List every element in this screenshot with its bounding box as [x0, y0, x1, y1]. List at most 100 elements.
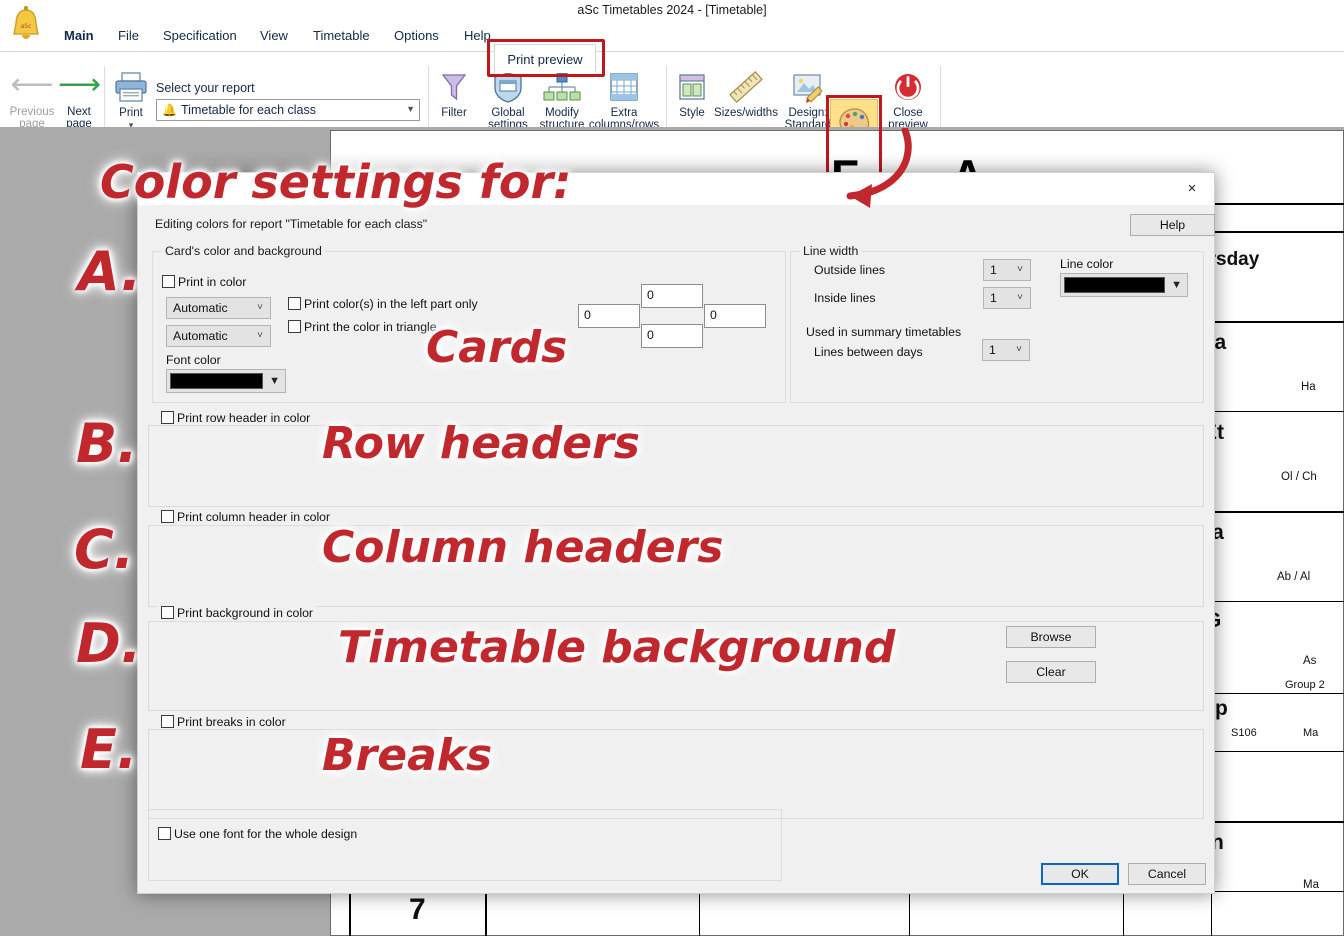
clear-button[interactable]: Clear [1006, 661, 1096, 683]
checkbox-box [288, 297, 301, 310]
cards-group-title: Card's color and background [162, 244, 325, 258]
inside-lines-select[interactable]: 1 ˅ [983, 287, 1031, 309]
preview-card-teacher: Ha [1301, 381, 1316, 393]
margin-bottom-input[interactable]: 0 [641, 324, 703, 348]
print-button[interactable]: Print ▾ [110, 70, 152, 131]
chevron-down-icon: ˅ [257, 330, 263, 341]
modify-structure-button[interactable]: Modify structure [534, 70, 590, 131]
sizes-widths-label: Sizes/widths [714, 107, 778, 119]
extra-label-1: Extra [610, 107, 638, 119]
select-report-label: Select your report [156, 81, 255, 95]
print-left-part-checkbox[interactable]: Print color(s) in the left part only [288, 297, 478, 311]
printer-icon [115, 72, 147, 102]
row-header-group [148, 425, 1204, 507]
style-button[interactable]: Style [672, 70, 712, 119]
sizes-widths-button[interactable]: Sizes/widths [710, 70, 782, 119]
print-column-header-checkbox[interactable]: Print column header in color [158, 510, 334, 524]
ok-button[interactable]: OK [1041, 863, 1119, 885]
checkbox-box [288, 320, 301, 333]
print-left-part-label: Print color(s) in the left part only [304, 297, 478, 311]
inside-lines-label: Inside lines [814, 291, 876, 305]
tab-print-preview-label: Print preview [507, 52, 583, 67]
next-page-button[interactable]: ⟶ Next page [58, 70, 101, 131]
menu-item-main[interactable]: Main [56, 26, 102, 46]
chevron-down-icon: ▼ [269, 375, 280, 387]
color-settings-dialog: × Editing colors for report "Timetable f… [137, 172, 1215, 894]
checkbox-box [161, 510, 174, 523]
margin-top-input[interactable]: 0 [641, 284, 703, 308]
chevron-down-icon[interactable]: ▼ [406, 104, 415, 114]
global-settings-label-1: Global [491, 107, 525, 119]
outside-lines-select[interactable]: 1 ˅ [983, 259, 1031, 281]
use-one-font-label: Use one font for the whole design [174, 827, 358, 841]
report-bell-icon: 🔔 [162, 103, 177, 117]
extra-columns-rows-button[interactable]: Extra columns/rows [588, 70, 660, 131]
shield-icon [494, 72, 522, 103]
cancel-button[interactable]: Cancel [1128, 863, 1206, 885]
close-preview-label-1: Close [893, 107, 923, 119]
funnel-icon [441, 74, 467, 101]
tab-print-preview[interactable]: Print preview [494, 44, 596, 73]
checkbox-box [161, 715, 174, 728]
dialog-subtitle: Editing colors for report "Timetable for… [155, 217, 428, 231]
menu-item-timetable[interactable]: Timetable [305, 26, 378, 46]
report-select[interactable]: 🔔 Timetable for each class ▼ [156, 99, 420, 121]
line-color-picker[interactable]: ▼ [1060, 273, 1188, 297]
hierarchy-icon [543, 72, 581, 101]
filter-button[interactable]: Filter [434, 70, 474, 119]
print-breaks-checkbox[interactable]: Print breaks in color [158, 715, 289, 729]
design-label-1: Design: [788, 107, 828, 119]
ribbon-separator-2 [428, 66, 429, 134]
help-button[interactable]: Help [1130, 214, 1215, 236]
close-preview-button[interactable]: Close preview [884, 70, 932, 131]
menu-item-specification[interactable]: Specification [155, 26, 245, 46]
ribbon-separator-4 [940, 66, 941, 134]
menu-item-help[interactable]: Help [456, 26, 499, 46]
margin-right-input[interactable]: 0 [704, 304, 766, 328]
line-width-group-title: Line width [800, 244, 862, 258]
lines-between-days-value: 1 [989, 343, 996, 357]
card-color-select-1[interactable]: Automatic ˅ [166, 297, 271, 319]
preview-card-room: S106 [1231, 727, 1257, 739]
preview-card-teacher: Ab / Al [1277, 571, 1311, 583]
previous-page-button[interactable]: ⟵ Previous page [6, 70, 58, 131]
global-settings-button[interactable]: Global settings [482, 70, 534, 131]
use-one-font-checkbox[interactable]: Use one font for the whole design [158, 827, 357, 841]
inside-lines-value: 1 [990, 291, 997, 305]
menu-item-options[interactable]: Options [386, 26, 447, 46]
card-color-select-1-value: Automatic [173, 301, 228, 315]
svg-text:aSc: aSc [21, 23, 32, 30]
ribbon: aSc Main File Specification View Timetab… [0, 6, 1344, 177]
preview-card-teacher: Ma [1303, 727, 1319, 739]
margin-left-input[interactable]: 0 [578, 304, 640, 328]
chevron-down-icon: ˅ [257, 302, 263, 313]
design-button[interactable]: Design: Standard [782, 70, 834, 131]
style-label: Style [679, 107, 705, 119]
checkbox-box [161, 606, 174, 619]
chevron-down-icon: ˅ [1017, 292, 1023, 303]
print-row-header-checkbox[interactable]: Print row header in color [158, 411, 314, 425]
card-color-select-2-value: Automatic [173, 329, 228, 343]
summary-timetables-note: Used in summary timetables [806, 325, 962, 339]
menu-item-view[interactable]: View [252, 26, 296, 46]
filter-label: Filter [441, 107, 467, 119]
print-in-color-checkbox[interactable]: Print in color [162, 275, 246, 289]
print-background-label: Print background in color [177, 606, 314, 620]
preview-card-teacher: Ol / Ch [1281, 471, 1317, 483]
close-icon[interactable]: × [1170, 173, 1214, 205]
print-column-header-label: Print column header in color [177, 510, 331, 524]
preview-card-teacher: Ma [1303, 879, 1319, 891]
font-color-picker[interactable]: ▼ [166, 369, 286, 393]
breaks-group [148, 729, 1204, 819]
chevron-down-icon: ▼ [1171, 279, 1182, 291]
menubar: aSc Main File Specification View Timetab… [0, 6, 1344, 77]
menu-item-file[interactable]: File [110, 26, 147, 46]
browse-button[interactable]: Browse [1006, 626, 1096, 648]
card-color-select-2[interactable]: Automatic ˅ [166, 325, 271, 347]
print-background-checkbox[interactable]: Print background in color [158, 606, 317, 620]
lines-between-days-select[interactable]: 1 ˅ [982, 339, 1030, 361]
line-color-label: Line color [1060, 257, 1114, 271]
column-header-group [148, 525, 1204, 607]
design-image-icon [793, 74, 823, 103]
print-triangle-checkbox[interactable]: Print the color in triangle [288, 320, 437, 334]
